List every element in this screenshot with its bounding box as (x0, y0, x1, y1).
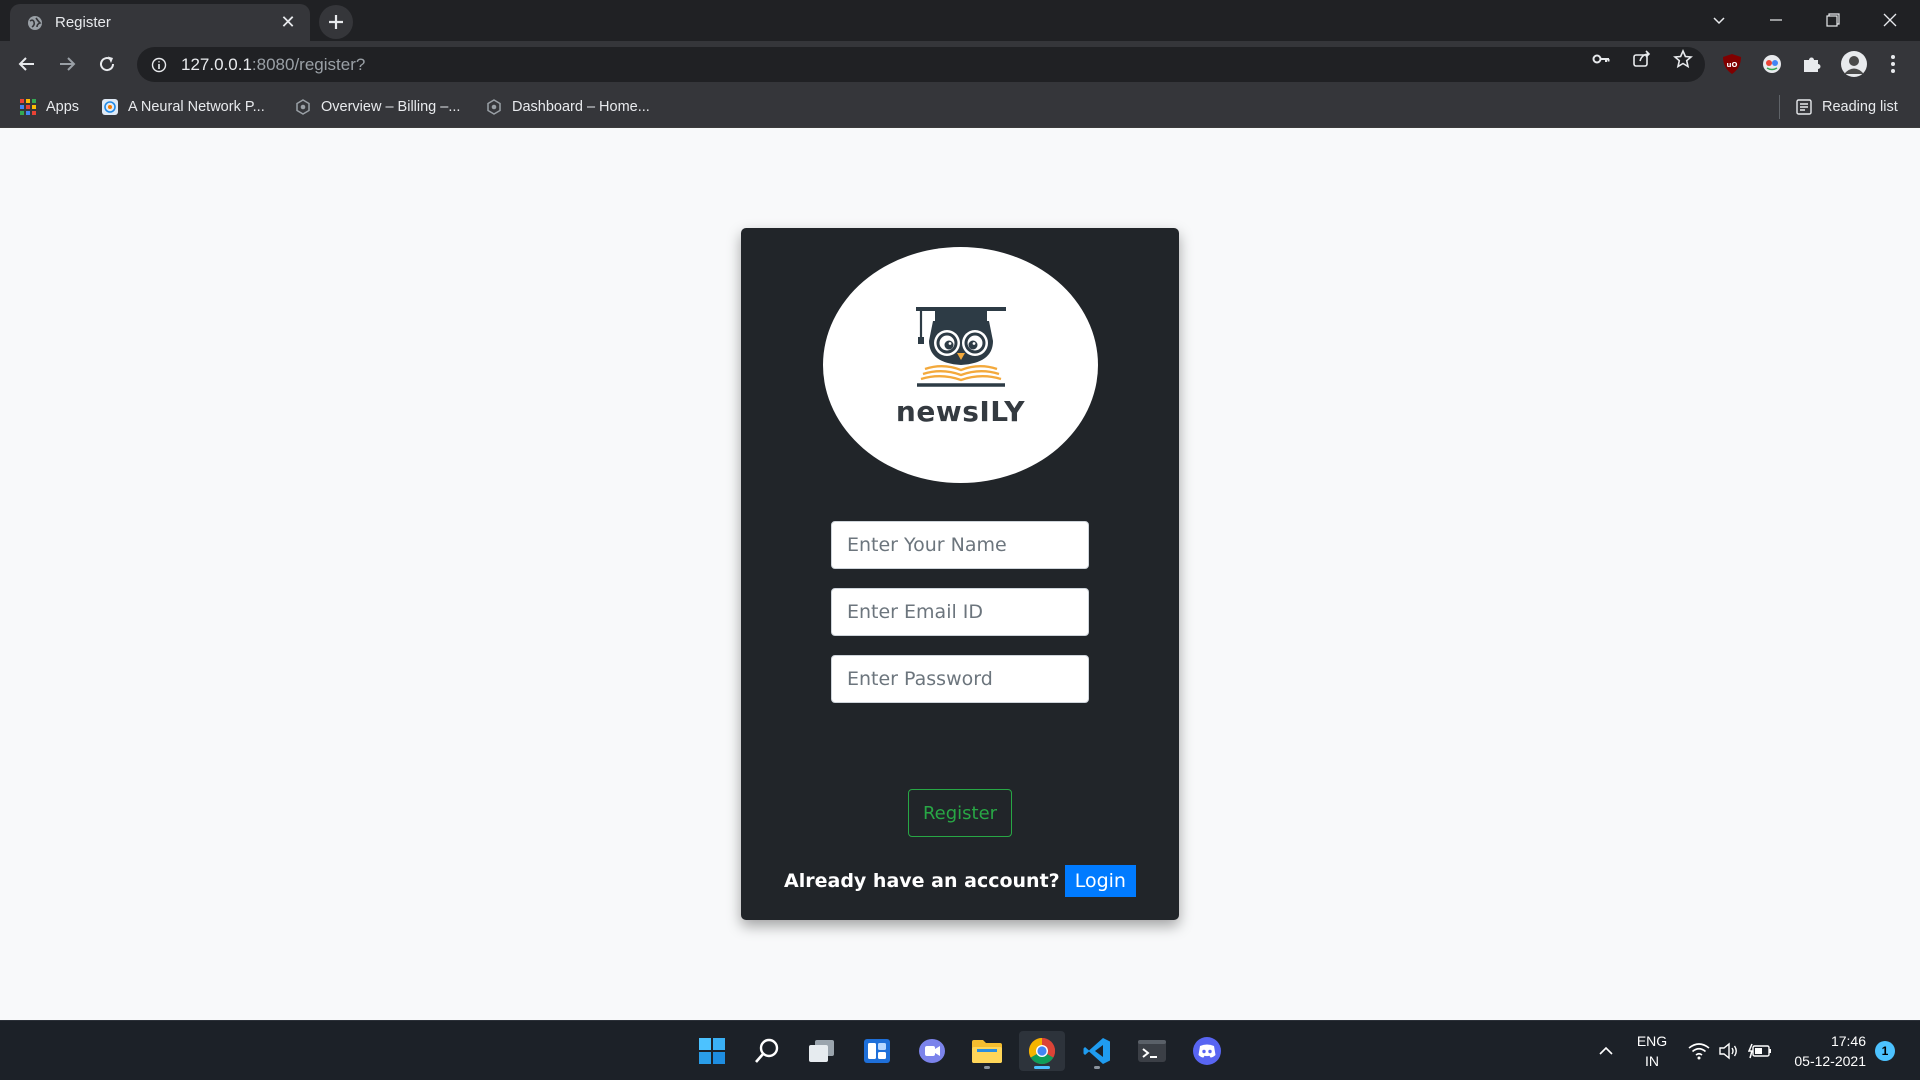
name-input[interactable] (831, 521, 1089, 569)
minimize-button[interactable] (1748, 0, 1804, 40)
discord-icon[interactable] (1187, 1031, 1227, 1071)
restore-button[interactable] (1805, 0, 1861, 40)
bookmark-overview-billing[interactable]: Overview – Billing –... (294, 97, 460, 117)
close-window-button[interactable] (1862, 0, 1918, 40)
account-prompt-text: Already have an account? (784, 870, 1060, 892)
clock-date: 05-12-2021 (1794, 1053, 1866, 1069)
logo-text: newsILY (895, 394, 1026, 428)
profile-avatar[interactable] (1840, 50, 1868, 78)
browser-toolbar: 127.0.0.1:8080/register? uO (0, 41, 1920, 87)
running-indicator (1034, 1066, 1050, 1069)
chrome-menu-icon[interactable] (1881, 52, 1905, 76)
tab-search-button[interactable] (1691, 0, 1747, 40)
key-icon[interactable] (1591, 49, 1611, 69)
puzzle-icon[interactable] (1800, 52, 1824, 76)
share-icon[interactable] (1632, 49, 1652, 69)
widgets-icon[interactable] (857, 1031, 897, 1071)
logo-container: newsILY (823, 247, 1098, 483)
bookmark-dashboard-home[interactable]: Dashboard – Home... (485, 97, 650, 117)
new-tab-button[interactable] (319, 5, 353, 39)
bookmark-label: Overview – Billing –... (321, 99, 461, 115)
bookmarks-divider (1779, 95, 1780, 119)
tab-title: Register (55, 14, 111, 31)
show-hidden-icons-button[interactable] (1589, 1031, 1623, 1071)
windows-taskbar: ENG IN 17:46 05-12-2021 (0, 1020, 1920, 1080)
address-bar[interactable]: 127.0.0.1:8080/register? (137, 47, 1705, 82)
cloud-console-icon (294, 98, 312, 116)
clock[interactable]: 17:46 05-12-2021 (1780, 1031, 1866, 1071)
teams-chat-icon[interactable] (912, 1031, 952, 1071)
reload-button[interactable] (91, 48, 123, 80)
arrow-left-icon (18, 57, 34, 71)
tab-strip: Register ✕ (0, 0, 1920, 41)
search-icon[interactable] (747, 1031, 787, 1071)
bookmark-label: Apps (46, 99, 80, 115)
apps-grid-icon (19, 98, 37, 116)
quick-settings-button[interactable] (1680, 1031, 1780, 1071)
reading-list-button[interactable]: Reading list (1795, 97, 1898, 117)
notification-badge[interactable]: 1 (1875, 1041, 1895, 1061)
globe-icon (26, 14, 44, 32)
bookmark-label: Dashboard – Home... (512, 99, 650, 115)
bookmark-apps[interactable]: Apps (19, 97, 79, 117)
site-info-icon[interactable] (151, 57, 167, 73)
terminal-icon[interactable] (1132, 1031, 1172, 1071)
owl-graduate-logo-icon (915, 306, 1006, 387)
running-indicator (1094, 1066, 1100, 1069)
forward-button[interactable] (51, 48, 83, 80)
chrome-icon[interactable] (1019, 1031, 1065, 1071)
chevron-up-icon (1599, 1046, 1613, 1055)
svg-text:uO: uO (1727, 61, 1738, 69)
bookmark-label: A Neural Network P... (128, 99, 265, 115)
vscode-icon[interactable] (1077, 1031, 1117, 1071)
minimize-icon (1770, 19, 1782, 21)
bookmark-neural-network[interactable]: A Neural Network P... (101, 97, 265, 117)
page-viewport: newsILY Register Register Already have a… (0, 128, 1920, 1020)
plus-icon (329, 15, 343, 29)
region-code: IN (1645, 1053, 1659, 1069)
wifi-icon (1688, 1043, 1710, 1060)
bookmarks-bar: Apps A Neural Network P... Overview – Bi… (0, 87, 1920, 128)
task-view-icon[interactable] (802, 1031, 842, 1071)
clock-time: 17:46 (1830, 1033, 1866, 1049)
register-button[interactable]: Register (908, 789, 1012, 837)
ublock-icon[interactable]: uO (1720, 52, 1744, 76)
reading-list-icon (1795, 98, 1813, 116)
arrow-right-icon (60, 57, 76, 71)
email-input[interactable] (831, 588, 1089, 636)
login-button[interactable]: Login (1064, 865, 1136, 897)
extension-icon[interactable] (1760, 52, 1784, 76)
bookmark-star-icon[interactable] (1673, 49, 1693, 69)
battery-charging-icon (1748, 1043, 1771, 1059)
url-text: 127.0.0.1:8080/register? (181, 54, 366, 74)
reading-list-label: Reading list (1822, 99, 1898, 115)
language-code: ENG (1636, 1033, 1668, 1049)
tab-register[interactable]: Register ✕ (10, 4, 310, 41)
file-explorer-icon[interactable] (967, 1031, 1007, 1071)
running-indicator (984, 1066, 990, 1069)
reload-icon (100, 56, 115, 72)
login-prompt-row: Already have an account? Login (741, 865, 1179, 897)
close-tab-icon[interactable]: ✕ (278, 12, 298, 33)
cloud-console-icon (485, 98, 503, 116)
back-button[interactable] (11, 48, 43, 80)
register-card: newsILY Register Register Already have a… (741, 228, 1179, 920)
restore-icon (1826, 13, 1840, 27)
volume-icon (1719, 1042, 1737, 1060)
password-input[interactable] (831, 655, 1089, 703)
start-icon[interactable] (692, 1031, 732, 1071)
close-icon (1883, 13, 1897, 27)
language-indicator[interactable]: ENG IN (1629, 1031, 1675, 1071)
tensorflow-playground-icon (101, 98, 119, 116)
chevron-down-icon (1713, 17, 1725, 25)
